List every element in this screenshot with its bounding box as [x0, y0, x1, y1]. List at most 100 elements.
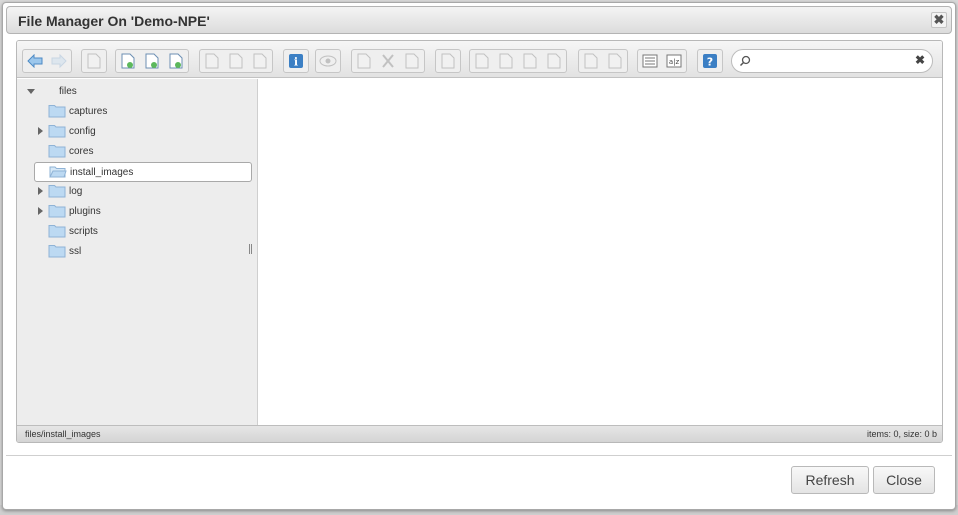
tree-item-scripts[interactable]: scripts — [34, 223, 252, 241]
tree-item-config[interactable]: config — [34, 123, 252, 141]
toolbar-group — [469, 49, 567, 73]
current-path: files/install_images — [25, 429, 101, 439]
preview-eye-icon — [319, 55, 337, 67]
home-icon — [121, 53, 135, 69]
toolbar-group — [315, 49, 341, 73]
forward-arrow-button[interactable] — [47, 50, 71, 72]
archive-button[interactable] — [603, 50, 627, 72]
home-button[interactable] — [116, 50, 140, 72]
tree-item-label: cores — [69, 146, 94, 157]
tree-item-captures[interactable]: captures — [34, 103, 252, 121]
tree-item-plugins[interactable]: plugins — [34, 203, 252, 221]
tree-item-cores[interactable]: cores — [34, 143, 252, 161]
sort-button[interactable]: a|z — [662, 50, 686, 72]
cursor-button[interactable] — [248, 50, 272, 72]
refresh-button[interactable]: Refresh — [791, 466, 869, 494]
reload-button[interactable] — [82, 50, 106, 72]
toolbar: ✖ i a|z? — [17, 41, 942, 78]
folder-icon — [48, 124, 66, 141]
svg-text:a|z: a|z — [669, 58, 680, 66]
tree-item-ssl[interactable]: ssl — [34, 243, 252, 261]
file-manager-panel: ✖ i a|z? files captures config cores install_… — [16, 40, 943, 443]
folder-icon — [48, 204, 66, 221]
toolbar-group — [22, 49, 72, 73]
new-folder-icon — [205, 53, 219, 69]
extract-icon — [584, 53, 598, 69]
cut-icon — [380, 53, 396, 69]
folder-open-icon — [49, 165, 67, 182]
toolbar-group — [351, 49, 425, 73]
save-icon — [169, 53, 183, 69]
list-view-button[interactable] — [638, 50, 662, 72]
search-icon — [739, 54, 751, 72]
folder-icon — [48, 224, 66, 241]
tree-item-label: install_images — [70, 167, 134, 178]
up-folder-button[interactable] — [140, 50, 164, 72]
toolbar-group: ? — [697, 49, 723, 73]
tree-item-label: config — [69, 126, 96, 137]
search-clear-icon[interactable]: ✖ — [915, 53, 925, 67]
cut-button[interactable] — [376, 50, 400, 72]
cursor-icon — [253, 53, 267, 69]
chevron-right-icon[interactable] — [38, 127, 43, 135]
chevron-down-icon[interactable] — [27, 89, 35, 94]
svg-text:?: ? — [707, 56, 713, 69]
save-button[interactable] — [164, 50, 188, 72]
toolbar-group — [578, 49, 628, 73]
info-icon: i — [288, 53, 304, 69]
dialog-title: File Manager On 'Demo-NPE' — [18, 13, 210, 29]
dialog-titlebar[interactable]: File Manager On 'Demo-NPE' ✖ — [6, 6, 952, 34]
edit-button[interactable] — [518, 50, 542, 72]
copy-button[interactable] — [352, 50, 376, 72]
search-box: ✖ — [731, 49, 933, 73]
footer-divider — [6, 455, 952, 456]
copy-icon — [357, 53, 371, 69]
duplicate-icon — [475, 53, 489, 69]
search-input[interactable] — [754, 53, 914, 69]
tree-item-log[interactable]: log — [34, 183, 252, 201]
info-button[interactable]: i — [284, 50, 308, 72]
paste-button[interactable] — [400, 50, 424, 72]
dialog-close-icon[interactable]: ✖ — [931, 12, 947, 28]
back-arrow-icon — [27, 54, 43, 68]
toolbar-group: a|z — [637, 49, 687, 73]
floppy-icon — [229, 53, 243, 69]
extract-button[interactable] — [579, 50, 603, 72]
forward-arrow-icon — [51, 54, 67, 68]
resize-icon — [547, 53, 561, 69]
tree-item-install-images[interactable]: install_images — [34, 162, 252, 182]
file-list-area[interactable] — [259, 79, 942, 425]
folder-icon — [48, 104, 66, 121]
back-arrow-button[interactable] — [23, 50, 47, 72]
chevron-right-icon[interactable] — [38, 187, 43, 195]
tree-root[interactable]: files — [23, 83, 223, 101]
close-button[interactable]: Close — [873, 466, 935, 494]
folder-icon — [48, 184, 66, 201]
delete-icon — [441, 53, 455, 69]
svg-text:i: i — [294, 56, 298, 69]
new-folder-button[interactable] — [200, 50, 224, 72]
folder-tree: files captures config cores install_imageslo… — [17, 79, 258, 425]
tree-item-label: plugins — [69, 206, 101, 217]
duplicate-button[interactable] — [470, 50, 494, 72]
sort-icon: a|z — [666, 54, 682, 68]
toolbar-group — [81, 49, 107, 73]
chevron-right-icon[interactable] — [38, 207, 43, 215]
select-icon — [499, 53, 513, 69]
select-button[interactable] — [494, 50, 518, 72]
paste-icon — [405, 53, 419, 69]
tree-item-label: scripts — [69, 226, 98, 237]
resize-button[interactable] — [542, 50, 566, 72]
help-button[interactable]: ? — [698, 50, 722, 72]
toolbar-group: i — [283, 49, 309, 73]
delete-button[interactable] — [436, 50, 460, 72]
tree-item-label: captures — [69, 106, 108, 117]
status-bar: files/install_images items: 0, size: 0 b — [17, 425, 942, 442]
preview-eye-button[interactable] — [316, 50, 340, 72]
toolbar-group — [199, 49, 273, 73]
folder-icon — [48, 144, 66, 161]
reload-icon — [87, 53, 101, 69]
floppy-button[interactable] — [224, 50, 248, 72]
list-view-icon — [642, 54, 658, 68]
toolbar-group — [435, 49, 461, 73]
